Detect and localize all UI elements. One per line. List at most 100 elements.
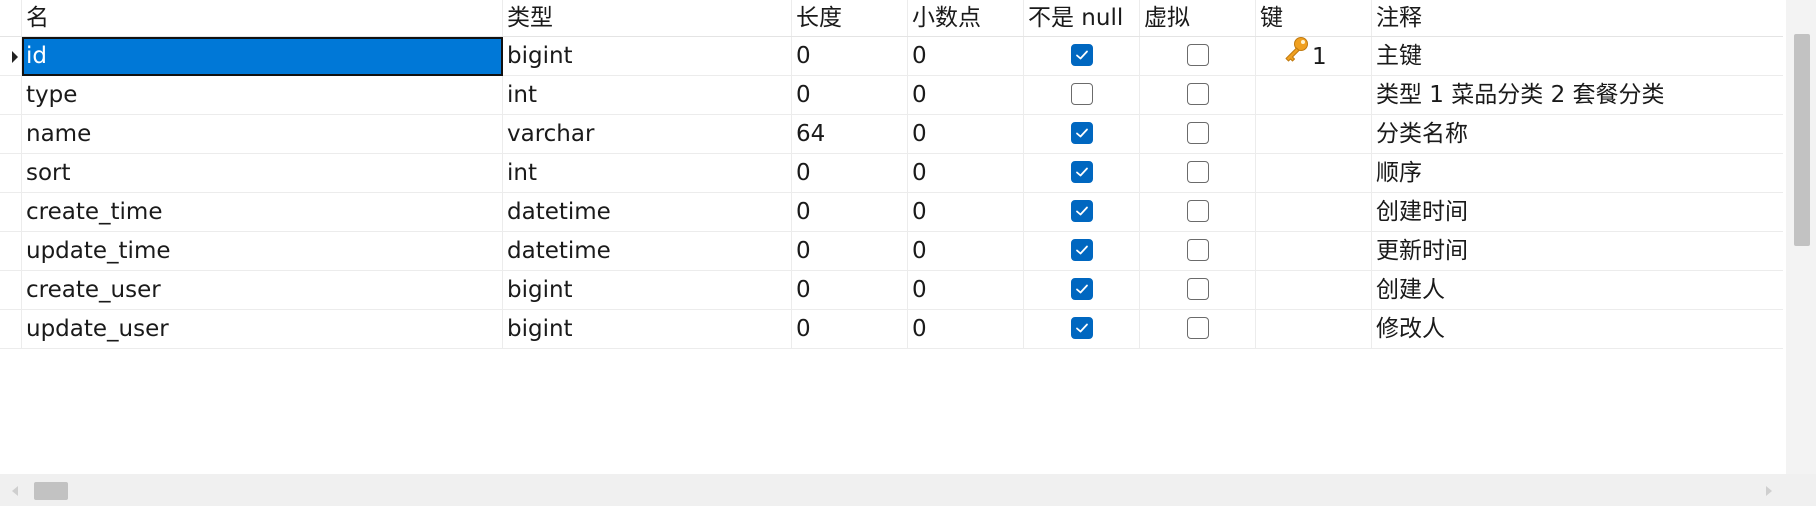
vertical-scrollbar-thumb[interactable]	[1794, 34, 1810, 246]
field-decimals-cell[interactable]: 0	[908, 37, 1024, 76]
field-comment-cell[interactable]: 主键	[1372, 37, 1783, 76]
column-header-key[interactable]: 键	[1256, 0, 1372, 36]
field-comment-cell[interactable]: 创建时间	[1372, 193, 1783, 232]
field-name-cell[interactable]: sort	[22, 154, 503, 193]
field-key-cell[interactable]	[1256, 271, 1372, 310]
not-null-checkbox[interactable]	[1070, 316, 1093, 339]
table-row[interactable]: name varchar 64 0 分类名称	[0, 115, 1783, 154]
column-header-not-null[interactable]: 不是 null	[1024, 0, 1140, 36]
field-decimals-cell[interactable]: 0	[908, 310, 1024, 349]
not-null-checkbox[interactable]	[1070, 160, 1093, 183]
not-null-cell	[1024, 154, 1140, 193]
virtual-checkbox[interactable]	[1186, 160, 1209, 183]
table-row[interactable]: update_time datetime 0 0 更新时间	[0, 232, 1783, 271]
field-length-cell[interactable]: 0	[792, 154, 908, 193]
horizontal-scrollbar[interactable]	[0, 474, 1786, 506]
field-type-cell[interactable]: varchar	[503, 115, 792, 154]
not-null-cell	[1024, 193, 1140, 232]
row-header[interactable]	[0, 76, 22, 115]
not-null-checkbox[interactable]	[1070, 199, 1093, 222]
row-header[interactable]	[0, 37, 22, 76]
field-comment-cell[interactable]: 顺序	[1372, 154, 1783, 193]
table-row[interactable]: create_time datetime 0 0 创建时间	[0, 193, 1783, 232]
field-length-cell[interactable]: 0	[792, 37, 908, 76]
field-key-cell[interactable]	[1256, 232, 1372, 271]
column-header-decimals[interactable]: 小数点	[908, 0, 1024, 36]
virtual-checkbox[interactable]	[1186, 238, 1209, 261]
field-grid: 名 类型 长度 小数点 不是 null 虚拟 键 注释 id bigint 0 0 1 主…	[0, 0, 1783, 349]
not-null-checkbox[interactable]	[1070, 121, 1093, 144]
field-name-cell[interactable]: create_user	[22, 271, 503, 310]
column-header-comment[interactable]: 注释	[1372, 0, 1783, 36]
field-name-cell[interactable]: update_time	[22, 232, 503, 271]
field-name-cell[interactable]: create_time	[22, 193, 503, 232]
not-null-checkbox[interactable]	[1070, 238, 1093, 261]
field-comment-cell[interactable]: 类型 1 菜品分类 2 套餐分类	[1372, 76, 1783, 115]
field-decimals-cell[interactable]: 0	[908, 271, 1024, 310]
field-comment-cell[interactable]: 分类名称	[1372, 115, 1783, 154]
field-decimals-cell[interactable]: 0	[908, 115, 1024, 154]
row-header[interactable]	[0, 193, 22, 232]
field-name-cell[interactable]: id	[22, 37, 503, 76]
row-header[interactable]	[0, 232, 22, 271]
field-type-cell[interactable]: bigint	[503, 37, 792, 76]
field-type-cell[interactable]: datetime	[503, 193, 792, 232]
row-header[interactable]	[0, 115, 22, 154]
field-key-cell[interactable]	[1256, 76, 1372, 115]
field-length-cell[interactable]: 0	[792, 271, 908, 310]
row-header[interactable]	[0, 271, 22, 310]
field-key-cell[interactable]	[1256, 193, 1372, 232]
field-name-cell[interactable]: update_user	[22, 310, 503, 349]
field-decimals-cell[interactable]: 0	[908, 154, 1024, 193]
column-header-virtual[interactable]: 虚拟	[1140, 0, 1256, 36]
horizontal-scrollbar-thumb[interactable]	[34, 482, 68, 500]
table-row[interactable]: update_user bigint 0 0 修改人	[0, 310, 1783, 349]
field-decimals-cell[interactable]: 0	[908, 193, 1024, 232]
field-type-cell[interactable]: bigint	[503, 271, 792, 310]
field-key-cell[interactable]: 1	[1256, 37, 1372, 76]
scroll-right-arrow-icon[interactable]	[1766, 486, 1772, 496]
table-row[interactable]: create_user bigint 0 0 创建人	[0, 271, 1783, 310]
not-null-checkbox[interactable]	[1070, 43, 1093, 66]
not-null-checkbox[interactable]	[1070, 82, 1093, 105]
row-header-corner	[0, 0, 22, 36]
field-key-cell[interactable]	[1256, 310, 1372, 349]
field-length-cell[interactable]: 0	[792, 310, 908, 349]
field-length-cell[interactable]: 64	[792, 115, 908, 154]
virtual-checkbox[interactable]	[1186, 199, 1209, 222]
field-length-cell[interactable]: 0	[792, 232, 908, 271]
field-type-cell[interactable]: datetime	[503, 232, 792, 271]
not-null-cell	[1024, 76, 1140, 115]
column-header-type[interactable]: 类型	[503, 0, 792, 36]
virtual-checkbox[interactable]	[1186, 277, 1209, 300]
virtual-cell	[1140, 37, 1256, 76]
field-comment-cell[interactable]: 创建人	[1372, 271, 1783, 310]
field-length-cell[interactable]: 0	[792, 76, 908, 115]
table-row[interactable]: id bigint 0 0 1 主键	[0, 37, 1783, 76]
vertical-scrollbar[interactable]	[1786, 0, 1816, 474]
field-type-cell[interactable]: int	[503, 76, 792, 115]
field-name-cell[interactable]: name	[22, 115, 503, 154]
column-header-name[interactable]: 名	[22, 0, 503, 36]
scroll-left-arrow-icon[interactable]	[12, 486, 18, 496]
virtual-checkbox[interactable]	[1186, 82, 1209, 105]
table-row[interactable]: sort int 0 0 顺序	[0, 154, 1783, 193]
field-decimals-cell[interactable]: 0	[908, 76, 1024, 115]
field-comment-cell[interactable]: 修改人	[1372, 310, 1783, 349]
not-null-checkbox[interactable]	[1070, 277, 1093, 300]
field-type-cell[interactable]: bigint	[503, 310, 792, 349]
row-header[interactable]	[0, 310, 22, 349]
virtual-checkbox[interactable]	[1186, 121, 1209, 144]
virtual-checkbox[interactable]	[1186, 316, 1209, 339]
field-comment-cell[interactable]: 更新时间	[1372, 232, 1783, 271]
field-decimals-cell[interactable]: 0	[908, 232, 1024, 271]
field-type-cell[interactable]: int	[503, 154, 792, 193]
field-key-cell[interactable]	[1256, 154, 1372, 193]
row-header[interactable]	[0, 154, 22, 193]
column-header-length[interactable]: 长度	[792, 0, 908, 36]
field-length-cell[interactable]: 0	[792, 193, 908, 232]
table-row[interactable]: type int 0 0 类型 1 菜品分类 2 套餐分类	[0, 76, 1783, 115]
field-name-cell[interactable]: type	[22, 76, 503, 115]
field-key-cell[interactable]	[1256, 115, 1372, 154]
virtual-checkbox[interactable]	[1186, 43, 1209, 66]
